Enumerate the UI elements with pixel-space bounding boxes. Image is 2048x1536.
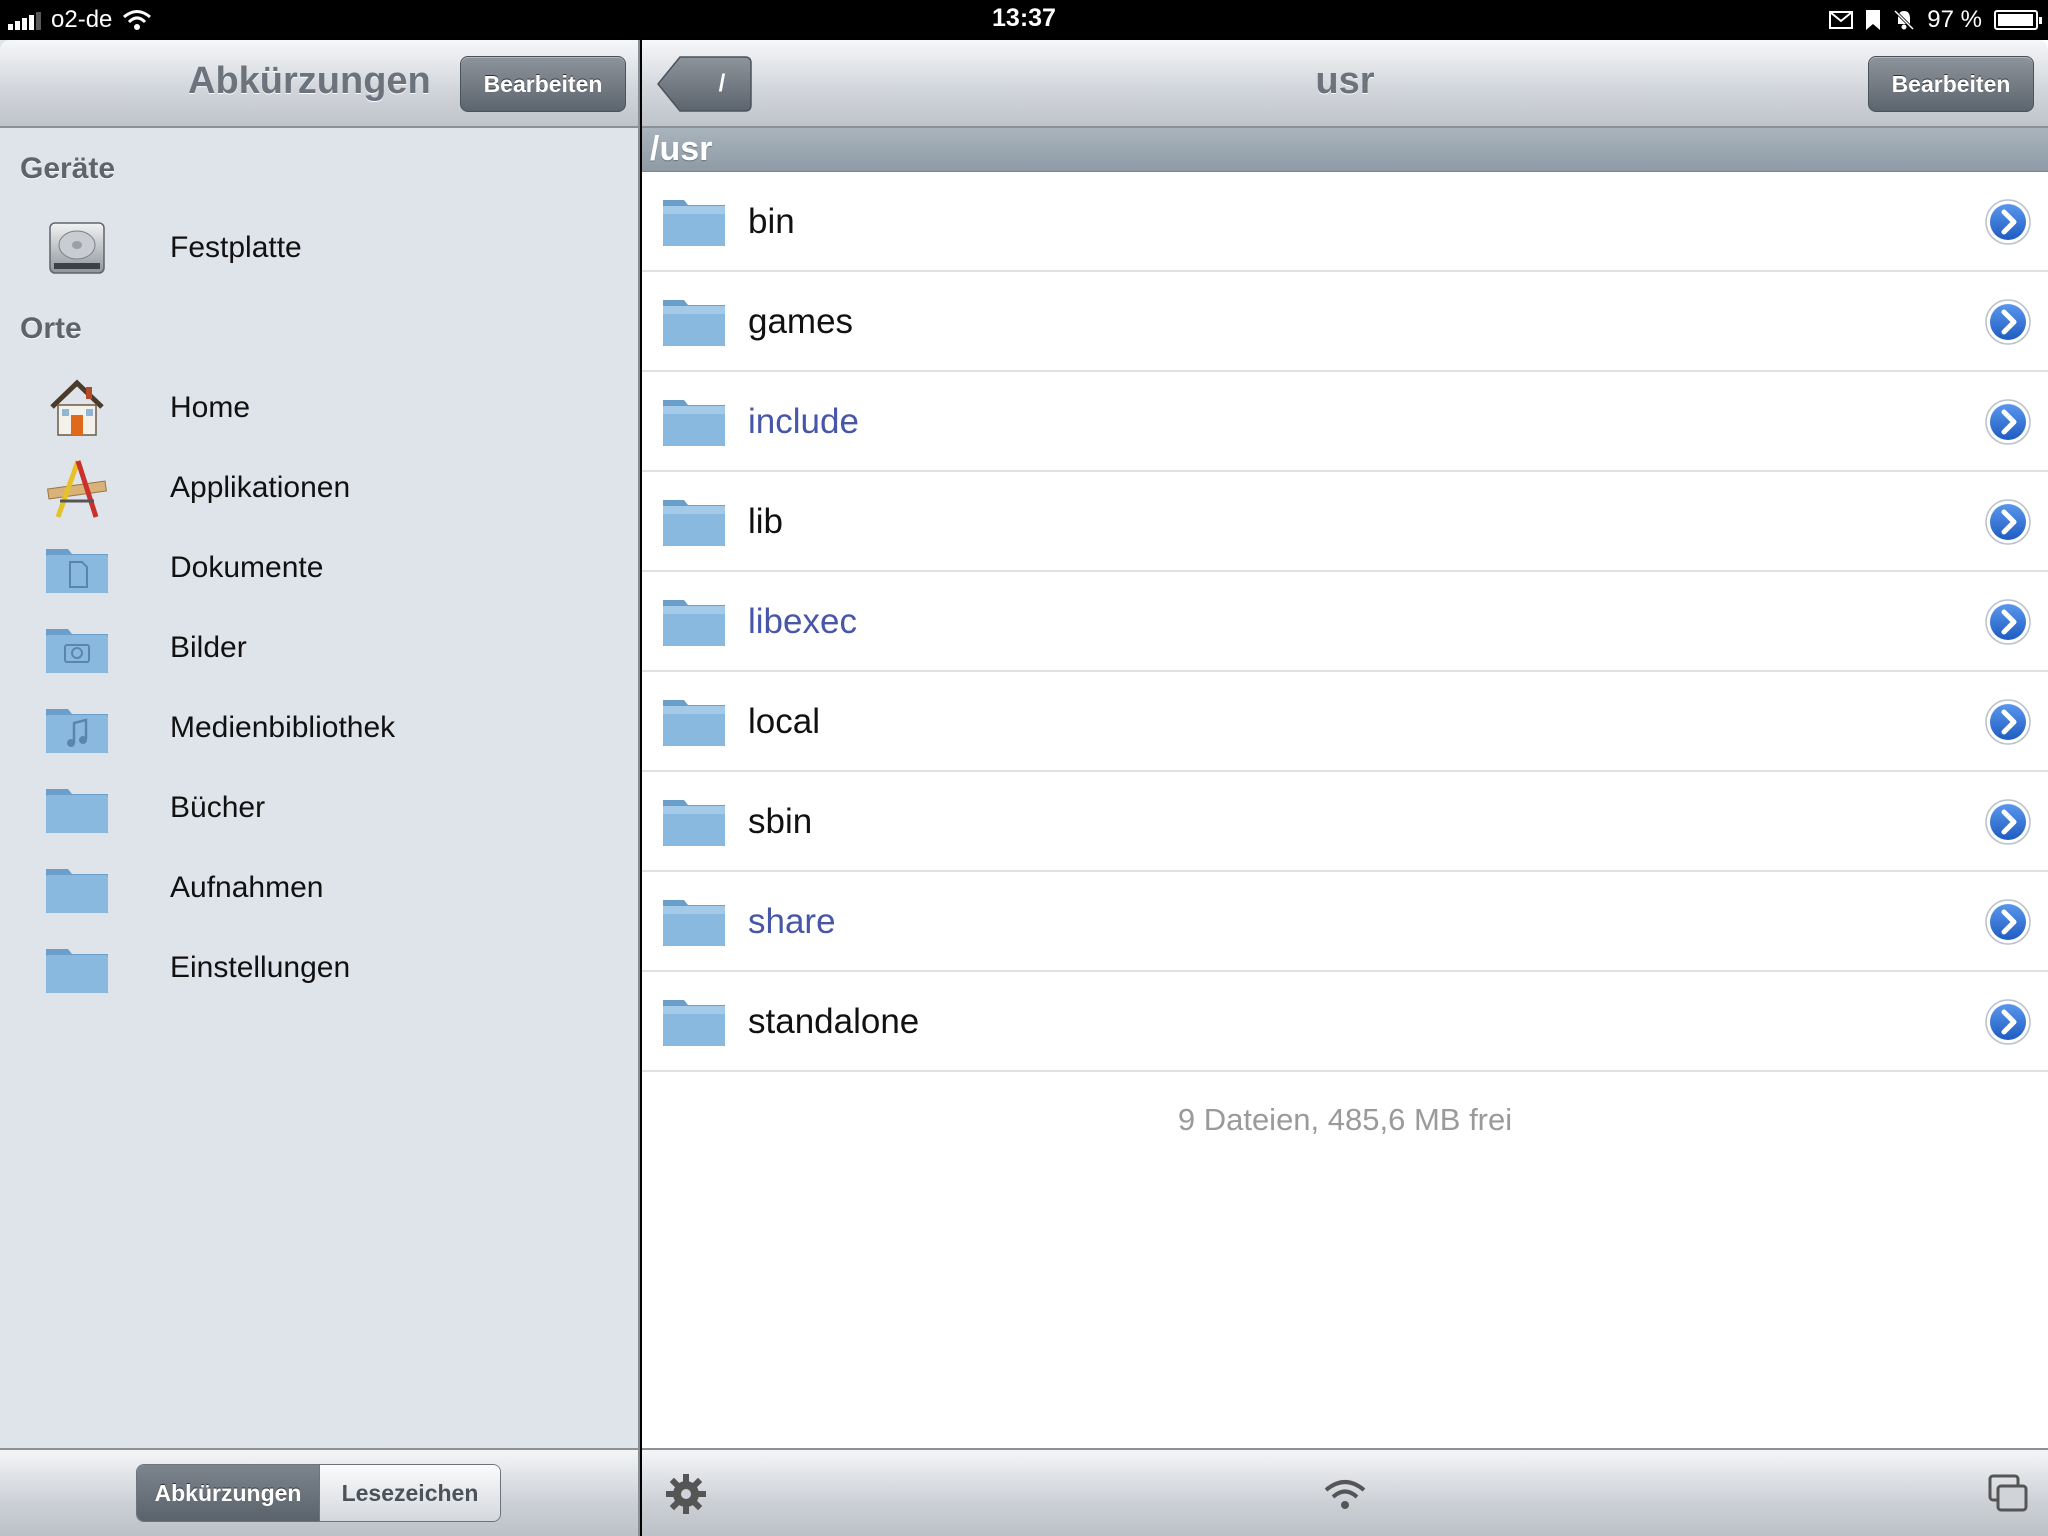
devices-section-title: Geräte	[20, 152, 116, 185]
file-row-sbin[interactable]: sbin	[642, 772, 2048, 872]
shortcut-label: Festplatte	[170, 231, 302, 264]
folder-icon	[663, 300, 725, 346]
shortcut-buecher[interactable]: Bücher	[0, 768, 638, 848]
shortcut-applikationen[interactable]: Applikationen	[0, 448, 638, 528]
file-row-standalone[interactable]: standalone	[642, 972, 2048, 1072]
file-row-include[interactable]: include	[642, 372, 2048, 472]
file-row-share[interactable]: share	[642, 872, 2048, 972]
shortcut-home[interactable]: Home	[0, 368, 638, 448]
file-name: standalone	[748, 1002, 920, 1041]
shortcut-dokumente[interactable]: Dokumente	[0, 528, 638, 608]
shortcut-aufnahmen[interactable]: Aufnahmen	[0, 848, 638, 928]
shortcut-festplatte[interactable]: Festplatte	[0, 208, 638, 288]
file-browser-navbar: / usr Bearbeiten	[642, 40, 2048, 128]
file-name: games	[748, 302, 854, 341]
status-time: 13:37	[992, 4, 1056, 32]
gear-icon[interactable]	[664, 1472, 708, 1516]
shortcuts-edit-button[interactable]: Bearbeiten	[460, 56, 626, 112]
file-name: sbin	[748, 802, 813, 841]
file-count-footer: 9 Dateien, 485,6 MB frei	[1177, 1102, 1513, 1137]
documents-folder-icon	[46, 549, 108, 593]
bookmark-icon	[1866, 10, 1881, 30]
battery-percent: 97 %	[1927, 6, 1982, 33]
folder-icon	[663, 800, 725, 846]
folder-icon	[663, 700, 725, 746]
shortcut-bilder[interactable]: Bilder	[0, 608, 638, 688]
folder-icon	[46, 789, 108, 833]
battery-icon	[1994, 10, 2042, 30]
disclosure-button-icon[interactable]	[1984, 598, 2032, 646]
status-bar: o2-de 13:37 97 %	[0, 0, 2048, 40]
folder-icon	[663, 1000, 725, 1046]
folder-icon	[46, 949, 108, 993]
hard-drive-icon	[49, 222, 105, 274]
disclosure-button-icon[interactable]	[1984, 898, 2032, 946]
file-row-bin[interactable]: bin	[642, 172, 2048, 272]
folder-icon	[663, 500, 725, 546]
folder-title: usr	[1315, 60, 1375, 102]
path-header: /usr	[642, 128, 2048, 172]
shortcut-label: Dokumente	[170, 551, 324, 584]
shortcut-medienbibliothek[interactable]: Medienbibliothek	[0, 688, 638, 768]
windows-icon[interactable]	[1986, 1472, 2030, 1516]
file-name: include	[748, 402, 859, 441]
file-row-games[interactable]: games	[642, 272, 2048, 372]
disclosure-button-icon[interactable]	[1984, 398, 2032, 446]
places-section-title: Orte	[20, 312, 82, 345]
file-row-lib[interactable]: lib	[642, 472, 2048, 572]
shortcuts-navbar: Abkürzungen Bearbeiten	[0, 40, 638, 128]
shortcut-einstellungen[interactable]: Einstellungen	[0, 928, 638, 1008]
segment-lesezeichen[interactable]: Lesezeichen	[319, 1465, 500, 1521]
file-row-local[interactable]: local	[642, 672, 2048, 772]
file-name: share	[748, 902, 836, 941]
file-name: libexec	[748, 602, 857, 641]
file-name: bin	[748, 202, 795, 241]
file-browser-pane: / usr Bearbeiten /usr bin games include lib…	[642, 40, 2048, 1536]
disclosure-button-icon[interactable]	[1984, 998, 2032, 1046]
folder-icon	[663, 400, 725, 446]
folder-icon	[663, 900, 725, 946]
file-name: local	[748, 702, 820, 741]
files-edit-button[interactable]: Bearbeiten	[1868, 56, 2034, 112]
music-folder-icon	[46, 709, 108, 753]
shortcut-label: Medienbibliothek	[170, 711, 396, 744]
muted-bell-icon	[1894, 9, 1915, 31]
shortcut-label: Applikationen	[170, 471, 351, 504]
shortcuts-pane: Abkürzungen Bearbeiten Geräte Festplatte…	[0, 40, 640, 1536]
disclosure-button-icon[interactable]	[1984, 198, 2032, 246]
segment-abkuerzungen[interactable]: Abkürzungen	[137, 1465, 319, 1521]
shortcut-label: Bilder	[170, 631, 247, 664]
shortcut-label: Aufnahmen	[170, 871, 324, 904]
current-path: /usr	[650, 130, 713, 168]
folder-icon	[46, 869, 108, 913]
status-right: 97 %	[1829, 5, 2042, 35]
disclosure-button-icon[interactable]	[1984, 298, 2032, 346]
disclosure-button-icon[interactable]	[1984, 698, 2032, 746]
folder-icon	[663, 200, 725, 246]
shortcut-label: Home	[170, 391, 251, 424]
shortcuts-bottom-bar: Abkürzungen Lesezeichen	[0, 1448, 638, 1536]
folder-icon	[663, 600, 725, 646]
file-row-libexec[interactable]: libexec	[642, 572, 2048, 672]
shortcuts-title: Abkürzungen	[188, 60, 431, 102]
file-name: lib	[748, 502, 784, 541]
shortcut-label: Einstellungen	[170, 951, 351, 984]
pictures-folder-icon	[46, 629, 108, 673]
applications-icon	[47, 460, 107, 518]
mail-icon	[1829, 11, 1854, 29]
disclosure-button-icon[interactable]	[1984, 498, 2032, 546]
disclosure-button-icon[interactable]	[1984, 798, 2032, 846]
file-browser-bottom-bar	[642, 1448, 2048, 1536]
house-icon	[50, 379, 104, 436]
wifi-sharing-icon[interactable]	[1323, 1472, 1367, 1516]
sidebar-segmented-control: Abkürzungen Lesezeichen	[136, 1464, 501, 1522]
shortcut-label: Bücher	[170, 791, 266, 824]
